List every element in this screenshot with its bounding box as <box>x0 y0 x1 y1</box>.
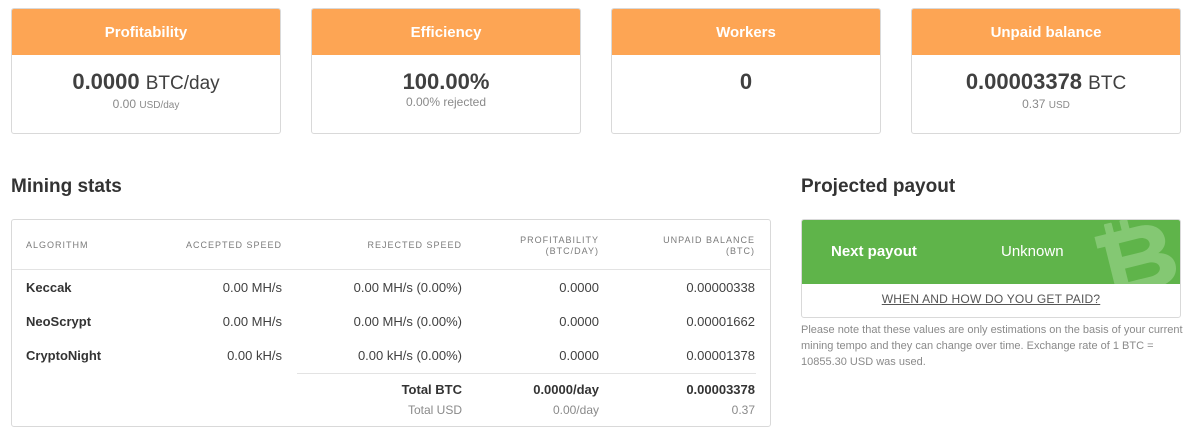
profitability-unit: BTC/day <box>145 73 220 94</box>
card-title: Efficiency <box>312 9 580 55</box>
unpaid-balance-card: Unpaid balance 0.00003378 BTC 0.37 USD <box>911 8 1181 134</box>
efficiency-rejected: 0.00% rejected <box>405 95 487 109</box>
row-rejected-speed: 0.00 MH/s (0.00%) <box>353 314 462 329</box>
unpaid-usd-unit: USD <box>1048 100 1070 111</box>
col-header-accepted-speed: ACCEPTED SPEED <box>185 240 282 250</box>
unpaid-balance-unit: BTC <box>1088 73 1127 94</box>
row-rejected-speed: 0.00 kH/s (0.00%) <box>357 348 462 363</box>
profitability-usd-unit: USD/day <box>139 100 180 111</box>
total-usd-label: Total USD <box>407 403 462 417</box>
efficiency-value: 100.00% <box>402 69 490 94</box>
row-profitability: 0.0000 <box>559 314 599 329</box>
profitability-card: Profitability 0.0000 BTC/day 0.00 USD/da… <box>11 8 281 134</box>
profitability-value: 0.0000 <box>72 69 140 94</box>
col-header-profitability-line2: (BTC/DAY) <box>545 246 599 256</box>
col-header-unpaid-balance: UNPAID BALANCE (BTC) <box>602 235 755 257</box>
unpaid-balance-value: 0.00003378 <box>965 69 1083 94</box>
col-header-unpaid-line1: UNPAID BALANCE <box>663 235 755 245</box>
payout-info-link[interactable]: WHEN AND HOW DO YOU GET PAID? <box>802 292 1180 306</box>
card-title: Profitability <box>12 9 280 55</box>
col-header-profitability: PROFITABILITY (BTC/DAY) <box>452 235 599 257</box>
workers-value: 0 <box>739 69 753 94</box>
col-header-profitability-line1: PROFITABILITY <box>520 235 599 245</box>
profitability-usd-value: 0.00 <box>112 97 136 111</box>
row-rejected-speed: 0.00 MH/s (0.00%) <box>353 280 462 295</box>
totals-divider <box>297 373 756 374</box>
unpaid-usd-value: 0.37 <box>1022 97 1046 111</box>
row-unpaid-balance: 0.00000338 <box>686 280 755 295</box>
col-header-algorithm: ALGORITHM <box>26 240 89 250</box>
row-accepted-speed: 0.00 kH/s <box>227 348 282 363</box>
row-accepted-speed: 0.00 MH/s <box>222 280 282 295</box>
card-title: Workers <box>612 9 880 55</box>
projected-payout-panel: Next payout Unknown WHEN AND HOW DO YOU … <box>801 219 1181 318</box>
row-accepted-speed: 0.00 MH/s <box>222 314 282 329</box>
bitcoin-icon <box>1094 220 1177 284</box>
efficiency-card: Efficiency 100.00% 0.00% rejected <box>311 8 581 134</box>
total-btc-label: Total BTC <box>401 382 462 397</box>
next-payout-label: Next payout <box>831 243 917 260</box>
total-usd-unpaid: 0.37 <box>731 403 755 417</box>
col-header-unpaid-line2: (BTC) <box>726 246 755 256</box>
estimation-note: Please note that these values are only e… <box>801 324 1183 368</box>
row-algorithm: Keccak <box>26 280 72 295</box>
workers-card: Workers 0 <box>611 8 881 134</box>
next-payout-banner: Next payout Unknown <box>802 220 1180 284</box>
row-algorithm: CryptoNight <box>26 348 102 363</box>
row-unpaid-balance: 0.00001378 <box>686 348 755 363</box>
row-profitability: 0.0000 <box>559 348 599 363</box>
next-payout-value: Unknown <box>1001 243 1064 260</box>
col-header-rejected-speed: REJECTED SPEED <box>367 240 462 250</box>
total-btc-profitability: 0.0000/day <box>533 382 599 397</box>
mining-stats-title: Mining stats <box>11 176 122 197</box>
total-btc-unpaid: 0.00003378 <box>686 382 755 397</box>
row-algorithm: NeoScrypt <box>26 314 92 329</box>
row-profitability: 0.0000 <box>559 280 599 295</box>
header-divider <box>12 269 770 270</box>
row-unpaid-balance: 0.00001662 <box>686 314 755 329</box>
card-title: Unpaid balance <box>912 9 1180 55</box>
projected-payout-title: Projected payout <box>801 176 956 197</box>
mining-stats-table: ALGORITHM ACCEPTED SPEED REJECTED SPEED … <box>11 219 771 427</box>
total-usd-profitability: 0.00/day <box>552 403 599 417</box>
